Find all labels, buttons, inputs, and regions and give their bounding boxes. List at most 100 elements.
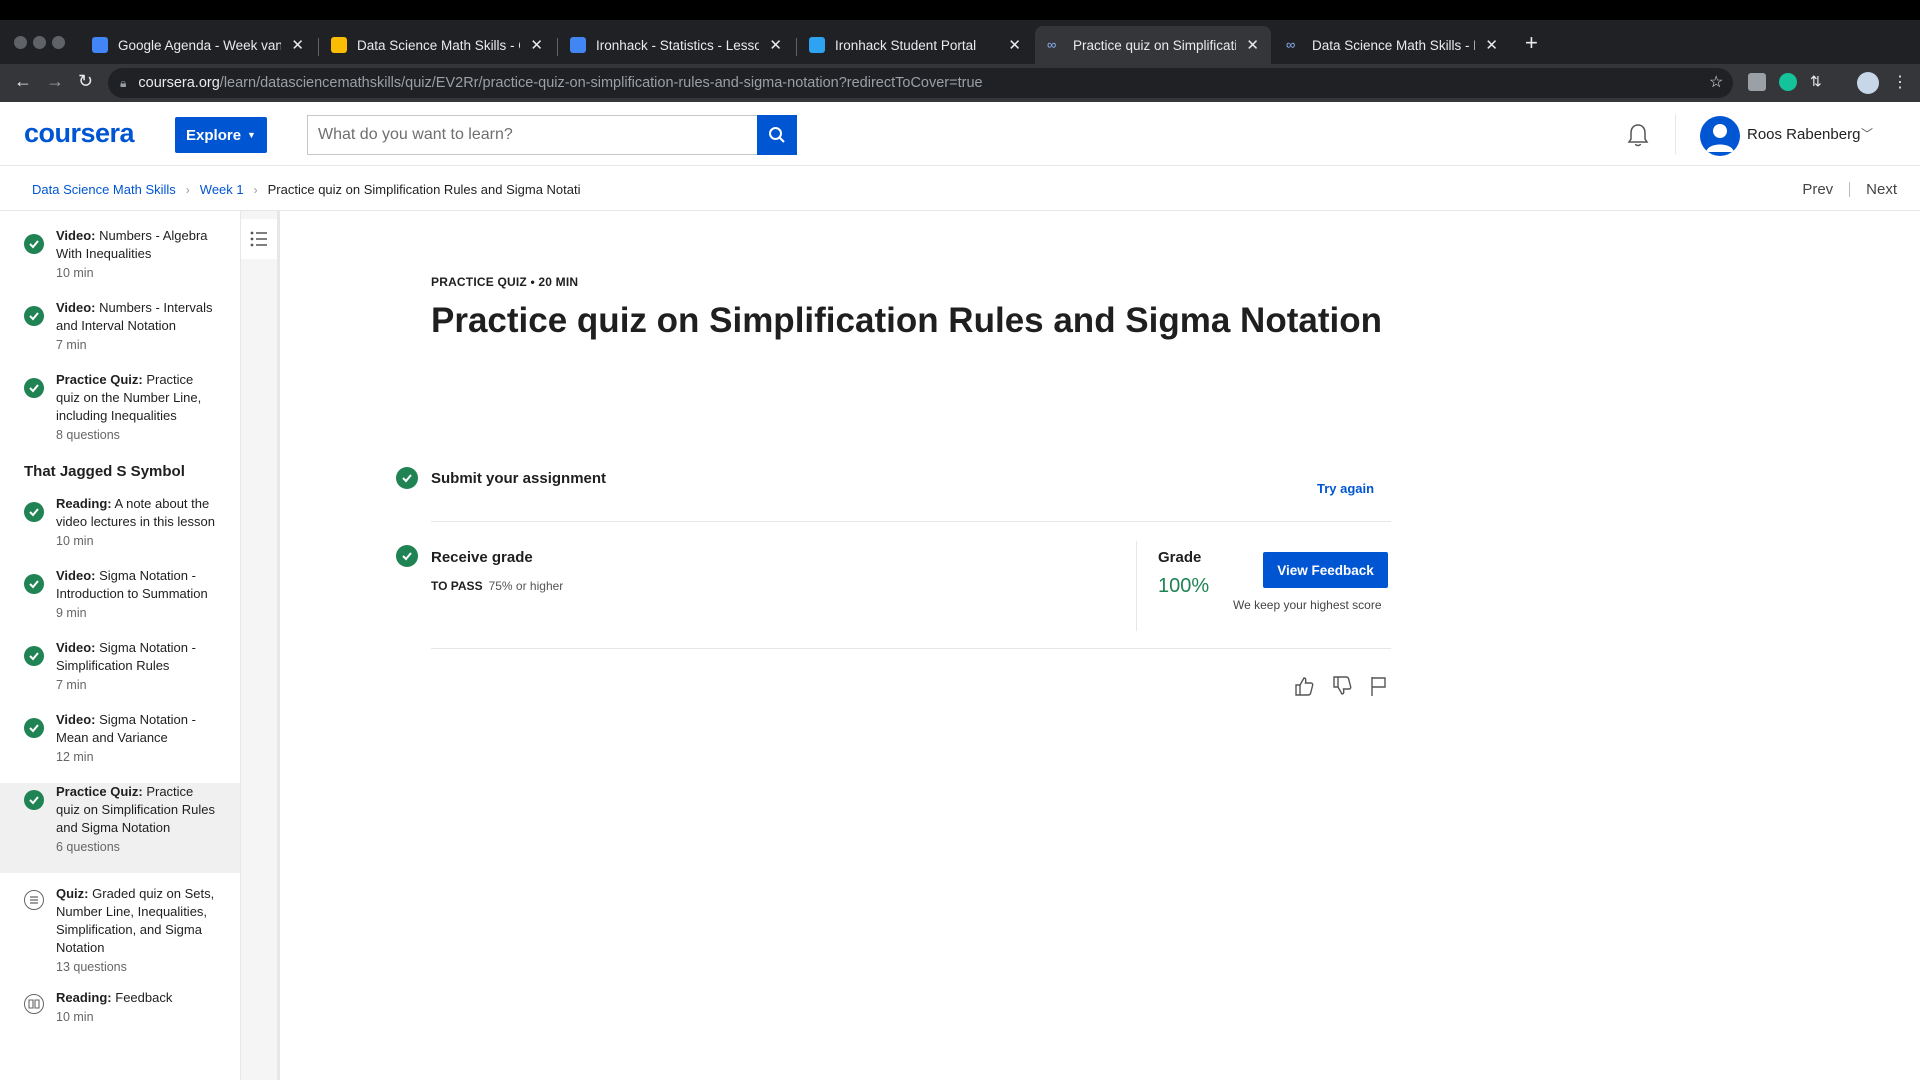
coursera-icon: ∞ [1286, 37, 1296, 52]
avatar[interactable] [1700, 116, 1740, 156]
bookmark-star-icon[interactable]: ☆ [1709, 72, 1723, 92]
tab-title: Practice quiz on Simplification [1073, 37, 1237, 53]
sidebar-item[interactable]: Reading: A note about the video lectures… [0, 495, 240, 567]
check-circle-icon [24, 378, 44, 398]
tab-title: Data Science Math Skills - Cou [357, 37, 520, 53]
grade-divider [1136, 541, 1137, 631]
item-kind: Practice Quiz: [56, 372, 143, 387]
breadcrumb-week-link[interactable]: Week 1 [200, 182, 244, 197]
item-meta: 7 min [56, 338, 87, 352]
to-pass-value: 75% or higher [488, 579, 564, 593]
course-outline-sidebar: Video: Numbers - Algebra With Inequaliti… [0, 211, 241, 1080]
grade-label: Grade [1158, 549, 1202, 566]
close-icon[interactable]: ✕ [530, 36, 543, 54]
extension-icon[interactable]: ⇅ [1810, 73, 1828, 91]
tab-title: Data Science Math Skills - Hon [1312, 37, 1475, 53]
sidebar-item[interactable]: Video: Sigma Notation - Simplification R… [0, 639, 240, 711]
sidebar-item[interactable]: Practice Quiz: Practice quiz on the Numb… [0, 371, 240, 457]
drive-extension-icon[interactable] [1748, 73, 1766, 91]
check-circle-icon [24, 718, 44, 738]
menu-kebab-icon[interactable]: ⋮ [1892, 72, 1908, 92]
item-kind: Video: [56, 640, 96, 655]
prev-button[interactable]: Prev [1802, 181, 1833, 198]
check-circle-icon [24, 790, 44, 810]
close-icon[interactable]: ✕ [1246, 36, 1259, 54]
close-icon[interactable]: ✕ [1008, 36, 1021, 54]
url-host: coursera.org [138, 75, 220, 91]
new-tab-icon[interactable]: + [1525, 30, 1538, 56]
explore-label: Explore [186, 126, 242, 144]
submit-step-label: Submit your assignment [431, 470, 607, 487]
item-meta: 8 questions [56, 428, 120, 442]
item-meta: 9 min [56, 606, 87, 620]
grammarly-extension-icon[interactable] [1779, 73, 1797, 91]
browser-tab[interactable]: Google Agenda - Week van 13 ✕ [80, 26, 316, 64]
list-icon [250, 231, 267, 247]
window-zoom-control[interactable] [52, 36, 65, 49]
item-meta: 7 min [56, 678, 87, 692]
sidebar-item[interactable]: Quiz: Graded quiz on Sets, Number Line, … [0, 873, 240, 977]
item-kind: Video: [56, 568, 96, 583]
close-icon[interactable]: ✕ [769, 36, 782, 54]
forward-icon[interactable]: → [46, 71, 64, 92]
browser-tab[interactable]: Data Science Math Skills - Cou ✕ [319, 26, 555, 64]
address-bar-row: ← → ↻ 🔒︎ coursera.org /learn/datascience… [0, 64, 1920, 102]
item-meta: 12 min [56, 750, 94, 764]
view-feedback-button[interactable]: View Feedback [1263, 552, 1388, 588]
sidebar-item[interactable]: Video: Sigma Notation - Introduction to … [0, 567, 240, 639]
lock-icon: 🔒︎ [120, 75, 127, 90]
close-icon[interactable]: ✕ [1485, 36, 1498, 54]
window-minimize-control[interactable] [33, 36, 46, 49]
item-kind: Video: [56, 300, 96, 315]
header-divider [1675, 114, 1676, 154]
coursera-logo[interactable]: coursera [24, 118, 135, 149]
highest-score-note: We keep your highest score [1233, 598, 1382, 612]
notification-bell-icon[interactable] [1626, 122, 1650, 153]
thumbs-down-icon[interactable] [1331, 675, 1353, 702]
next-button[interactable]: Next [1866, 181, 1897, 198]
close-icon[interactable]: ✕ [291, 36, 304, 54]
step-divider [431, 521, 1391, 522]
reading-icon [24, 994, 44, 1014]
item-meta: 10 min [56, 266, 94, 280]
explore-button[interactable]: Explore ▼ [175, 117, 267, 153]
browser-tab-active[interactable]: ∞ Practice quiz on Simplification ✕ [1035, 26, 1271, 64]
check-circle-icon [24, 234, 44, 254]
sidebar-item[interactable]: Reading: Feedback 10 min [0, 977, 240, 1037]
sidebar-item-current[interactable]: Practice Quiz: Practice quiz on Simplifi… [0, 783, 240, 873]
user-name[interactable]: Roos Rabenberg [1747, 126, 1860, 143]
check-circle-icon [24, 306, 44, 326]
sidebar-item[interactable]: Video: Numbers - Algebra With Inequaliti… [0, 227, 240, 299]
item-meta: 6 questions [56, 840, 120, 854]
quiz-icon [24, 890, 44, 910]
sidebar-item[interactable]: Video: Sigma Notation - Mean and Varianc… [0, 711, 240, 783]
url-path: /learn/datasciencemathskills/quiz/EV2Rr/… [219, 75, 983, 91]
window-close-control[interactable] [14, 36, 27, 49]
chevron-right-icon: › [253, 182, 258, 197]
try-again-link[interactable]: Try again [1317, 481, 1374, 496]
receive-grade-label: Receive grade [431, 549, 533, 566]
chevron-down-icon[interactable]: ﹀ [1861, 125, 1873, 142]
profile-avatar-icon[interactable] [1857, 72, 1879, 94]
search-icon [769, 127, 785, 143]
search-input[interactable]: What do you want to learn? [307, 115, 758, 155]
reload-icon[interactable]: ↻ [78, 71, 93, 92]
calendar-icon [92, 37, 108, 53]
section-title: That Jagged S Symbol [24, 463, 185, 480]
google-drive-icon [331, 37, 347, 53]
item-kind: Video: [56, 712, 96, 727]
back-icon[interactable]: ← [14, 71, 32, 92]
browser-tab[interactable]: Ironhack Student Portal ✕ [797, 26, 1033, 64]
outline-toggle-button[interactable] [241, 219, 277, 259]
item-kind: Practice Quiz: [56, 784, 143, 799]
breadcrumb-course-link[interactable]: Data Science Math Skills [32, 182, 176, 197]
browser-tab[interactable]: Ironhack - Statistics - Lessons ✕ [558, 26, 794, 64]
nav-divider [1849, 182, 1851, 197]
browser-tab[interactable]: ∞ Data Science Math Skills - Hon ✕ [1274, 26, 1510, 64]
search-button[interactable] [757, 115, 797, 155]
url-field[interactable]: 🔒︎ coursera.org /learn/datasciencemathsk… [108, 68, 1733, 98]
flag-icon[interactable] [1369, 675, 1389, 702]
thumbs-up-icon[interactable] [1293, 675, 1315, 702]
sidebar-item[interactable]: Video: Numbers - Intervals and Interval … [0, 299, 240, 371]
coursera-icon: ∞ [1047, 37, 1057, 52]
